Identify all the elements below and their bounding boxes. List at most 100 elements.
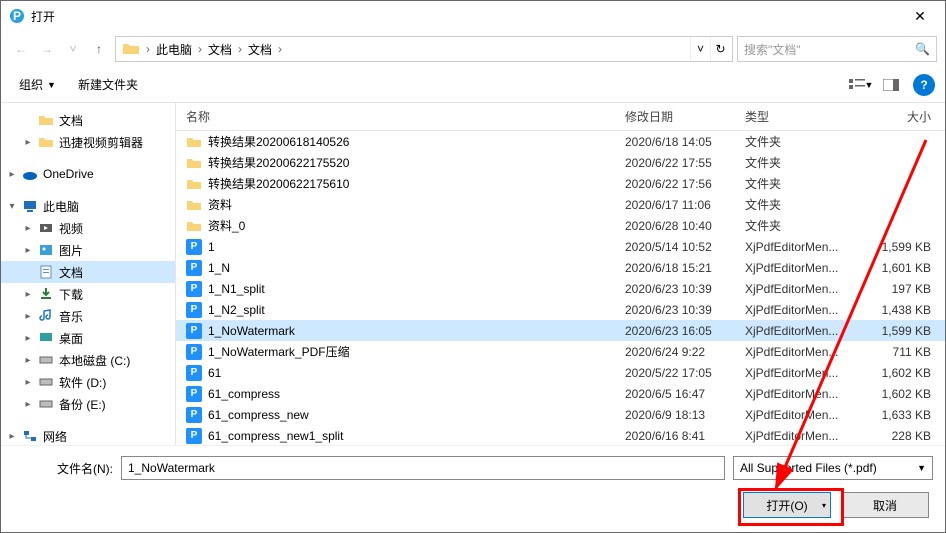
- file-date: 2020/6/22 17:55: [625, 156, 745, 170]
- recent-dropdown[interactable]: ˅: [61, 37, 85, 61]
- file-row[interactable]: 转换结果202006181405262020/6/18 14:05文件夹: [176, 131, 945, 152]
- file-row[interactable]: P1_N2020/6/18 15:21XjPdfEditorMen...1,60…: [176, 257, 945, 278]
- back-button[interactable]: ←: [9, 37, 33, 61]
- up-button[interactable]: ↑: [87, 37, 111, 61]
- col-date[interactable]: 修改日期: [625, 108, 745, 125]
- bottom-panel: 文件名(N): All Supported Files (*.pdf)▼ 打开(…: [1, 445, 945, 532]
- file-name: 资料: [208, 196, 625, 213]
- file-type: 文件夹: [745, 175, 865, 192]
- app-icon: P: [9, 8, 25, 24]
- file-row[interactable]: P1_NoWatermark_PDF压缩2020/6/24 9:22XjPdfE…: [176, 341, 945, 362]
- file-size: 1,438 KB: [865, 303, 945, 317]
- forward-button[interactable]: →: [35, 37, 59, 61]
- file-row[interactable]: P12020/5/14 10:52XjPdfEditorMen...1,599 …: [176, 236, 945, 257]
- pdf-icon: P: [186, 302, 202, 318]
- file-name: 61_compress_new1_split: [208, 429, 625, 443]
- file-name: 1_N1_split: [208, 282, 625, 296]
- tree-item[interactable]: ▸ 网络: [1, 425, 175, 445]
- expand-arrow-icon[interactable]: ▸: [21, 311, 35, 322]
- tree-item[interactable]: ▸本地磁盘 (C:): [1, 349, 175, 371]
- tree-label: 网络: [43, 428, 67, 445]
- column-headers[interactable]: 名称 修改日期 类型 大小: [176, 103, 945, 131]
- tree-item[interactable]: ▸OneDrive: [1, 163, 175, 185]
- tree-item[interactable]: ▸软件 (D:): [1, 371, 175, 393]
- chevron-right-icon[interactable]: ›: [236, 42, 244, 56]
- folder-icon: [186, 155, 202, 171]
- breadcrumb-item[interactable]: 文档: [244, 37, 276, 61]
- file-row[interactable]: P61_compress_new2020/6/9 18:13XjPdfEdito…: [176, 404, 945, 425]
- folder-icon: [122, 40, 140, 58]
- chevron-right-icon[interactable]: ›: [276, 42, 284, 56]
- filename-input[interactable]: [121, 456, 725, 480]
- search-input[interactable]: 搜索"文档" 🔍: [737, 36, 937, 62]
- breadcrumb-item[interactable]: 此电脑: [152, 37, 196, 61]
- refresh-button[interactable]: ↻: [710, 37, 730, 61]
- help-button[interactable]: ?: [913, 74, 935, 96]
- col-size[interactable]: 大小: [865, 108, 945, 125]
- tree-item[interactable]: ▸ 桌面: [1, 327, 175, 349]
- expand-arrow-icon[interactable]: ▸: [21, 223, 35, 234]
- open-button[interactable]: 打开(O)▾: [743, 492, 831, 518]
- expand-arrow-icon[interactable]: ▸: [21, 355, 35, 366]
- tree-label: 文档: [59, 112, 83, 129]
- file-size: 711 KB: [865, 345, 945, 359]
- new-folder-button[interactable]: 新建文件夹: [70, 72, 146, 97]
- expand-arrow-icon[interactable]: ▾: [5, 201, 19, 212]
- breadcrumb[interactable]: › 此电脑 › 文档 › 文档 › ˅ ↻: [115, 36, 733, 62]
- file-row[interactable]: 转换结果202006221755202020/6/22 17:55文件夹: [176, 152, 945, 173]
- file-date: 2020/6/23 16:05: [625, 324, 745, 338]
- chevron-right-icon[interactable]: ›: [144, 42, 152, 56]
- file-name: 1_NoWatermark: [208, 324, 625, 338]
- expand-arrow-icon[interactable]: ▸: [21, 137, 35, 148]
- tree-item[interactable]: ▸备份 (E:): [1, 393, 175, 415]
- tree-item[interactable]: ▸音乐: [1, 305, 175, 327]
- file-row[interactable]: P61_compress_new1_split2020/6/16 8:41XjP…: [176, 425, 945, 445]
- file-date: 2020/6/18 14:05: [625, 135, 745, 149]
- organize-button[interactable]: 组织 ▼: [11, 72, 64, 97]
- tree-label: 桌面: [59, 330, 83, 347]
- file-size: 1,602 KB: [865, 387, 945, 401]
- file-row[interactable]: P1_NoWatermark2020/6/23 16:05XjPdfEditor…: [176, 320, 945, 341]
- tree-item[interactable]: ▸视频: [1, 217, 175, 239]
- doc-icon: [37, 263, 55, 281]
- tree-item[interactable]: ▸图片: [1, 239, 175, 261]
- file-size: 1,601 KB: [865, 261, 945, 275]
- preview-pane-button[interactable]: [877, 74, 905, 96]
- expand-arrow-icon[interactable]: ▸: [21, 333, 35, 344]
- expand-arrow-icon[interactable]: ▸: [5, 431, 19, 442]
- file-row[interactable]: P1_N2_split2020/6/23 10:39XjPdfEditorMen…: [176, 299, 945, 320]
- expand-arrow-icon[interactable]: ▸: [21, 377, 35, 388]
- expand-arrow-icon[interactable]: ▸: [21, 289, 35, 300]
- col-name[interactable]: 名称: [176, 108, 625, 125]
- breadcrumb-dropdown[interactable]: ˅: [690, 37, 710, 61]
- cancel-button[interactable]: 取消: [841, 492, 929, 518]
- expand-arrow-icon[interactable]: ▸: [5, 169, 19, 180]
- file-date: 2020/6/22 17:56: [625, 177, 745, 191]
- file-row[interactable]: P612020/5/22 17:05XjPdfEditorMen...1,602…: [176, 362, 945, 383]
- tree-item[interactable]: ▾此电脑: [1, 195, 175, 217]
- pdf-icon: P: [186, 239, 202, 255]
- file-size: 1,599 KB: [865, 324, 945, 338]
- tree-item[interactable]: ▸迅捷视频剪辑器: [1, 131, 175, 153]
- toolbar: 组织 ▼ 新建文件夹 ▼ ?: [1, 67, 945, 103]
- tree-item[interactable]: 文档: [1, 261, 175, 283]
- view-mode-button[interactable]: ▼: [847, 74, 875, 96]
- folder-icon: [37, 111, 55, 129]
- file-row[interactable]: 资料_02020/6/28 10:40文件夹: [176, 215, 945, 236]
- pdf-icon: P: [186, 344, 202, 360]
- close-button[interactable]: ✕: [897, 1, 943, 31]
- file-row[interactable]: P1_N1_split2020/6/23 10:39XjPdfEditorMen…: [176, 278, 945, 299]
- chevron-right-icon[interactable]: ›: [196, 42, 204, 56]
- expand-arrow-icon[interactable]: ▸: [21, 245, 35, 256]
- col-type[interactable]: 类型: [745, 108, 865, 125]
- video-icon: [37, 219, 55, 237]
- file-filter-select[interactable]: All Supported Files (*.pdf)▼: [733, 456, 933, 480]
- file-row[interactable]: 资料2020/6/17 11:06文件夹: [176, 194, 945, 215]
- tree-item[interactable]: ▸下载: [1, 283, 175, 305]
- tree-item[interactable]: 文档: [1, 109, 175, 131]
- file-name: 1_N: [208, 261, 625, 275]
- file-row[interactable]: P61_compress2020/6/5 16:47XjPdfEditorMen…: [176, 383, 945, 404]
- breadcrumb-item[interactable]: 文档: [204, 37, 236, 61]
- expand-arrow-icon[interactable]: ▸: [21, 399, 35, 410]
- file-row[interactable]: 转换结果202006221756102020/6/22 17:56文件夹: [176, 173, 945, 194]
